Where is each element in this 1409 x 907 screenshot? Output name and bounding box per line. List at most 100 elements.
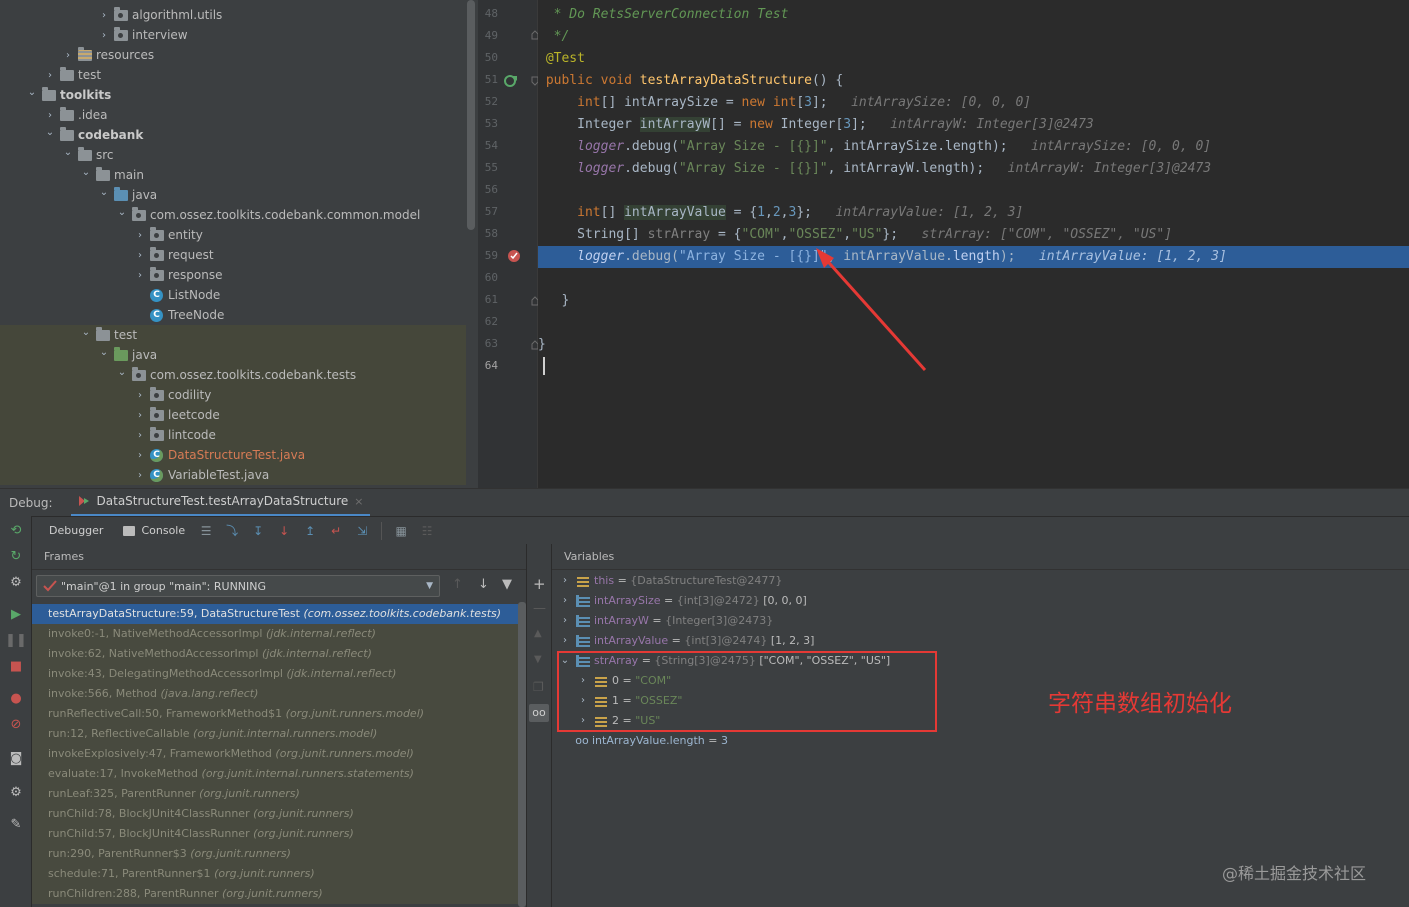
drop-frame-icon[interactable]: ↵ [325,520,347,542]
chevron-right-icon[interactable]: › [98,30,110,41]
tree-item[interactable]: › codility [0,385,466,405]
chevron-right-icon[interactable]: › [558,591,572,611]
chevron-down-icon[interactable]: ⌄ [116,367,128,378]
pin-icon[interactable]: ✎ [8,816,24,832]
debug-session-tab[interactable]: DataStructureTest.testArrayDataStructure… [70,489,370,517]
tree-item[interactable]: ⌄ test [0,325,466,345]
restore-layout-icon[interactable]: ⚙ [8,574,24,590]
stack-frame[interactable]: schedule:71, ParentRunner$1 (org.junit.r… [32,864,518,884]
menu-icon[interactable]: ☰ [195,520,217,542]
tree-item[interactable]: › resources [0,45,466,65]
chevron-right-icon[interactable]: › [134,470,146,481]
tree-item[interactable]: ⌄ java [0,185,466,205]
run-test-icon[interactable] [504,74,518,88]
stack-frame[interactable]: invoke:566, Method (java.lang.reflect) [32,684,518,704]
stack-frame[interactable]: runReflectiveCall:50, FrameworkMethod$1 … [32,704,518,724]
tree-item[interactable]: ⌄ codebank [0,125,466,145]
chevron-down-icon[interactable]: ⌄ [80,327,92,338]
resume-icon[interactable]: ▶ [8,606,24,622]
chevron-right-icon[interactable]: › [134,410,146,421]
breakpoint-icon[interactable] [507,249,521,263]
tree-item[interactable]: › .idea [0,105,466,125]
tree-item[interactable]: ⌄ main [0,165,466,185]
chevron-right-icon[interactable]: › [44,110,56,121]
chevron-down-icon[interactable]: ⌄ [62,147,74,158]
stack-frame[interactable]: runChildren:288, ParentRunner (org.junit… [32,884,518,904]
tree-item[interactable]: ⌄ toolkits [0,85,466,105]
pause-icon[interactable]: ❚❚ [5,632,27,648]
stack-frame[interactable]: invoke0:-1, NativeMethodAccessorImpl (jd… [32,624,518,644]
tree-item[interactable]: › entity [0,225,466,245]
close-tab-icon[interactable]: × [354,495,363,508]
stack-frame[interactable]: run:12, ReflectiveCallable (org.junit.in… [32,724,518,744]
show-watches-icon[interactable]: oo [529,704,549,722]
stack-frame[interactable]: invoke:43, DelegatingMethodAccessorImpl … [32,664,518,684]
tab-console[interactable]: Console [123,524,185,537]
chevron-right-icon[interactable]: › [558,571,572,591]
tree-item[interactable]: › lintcode [0,425,466,445]
duplicate-watch-icon[interactable]: ❐ [533,680,544,694]
tree-item[interactable]: ⌄ com.ossez.toolkits.codebank.tests [0,365,466,385]
mute-breakpoints-icon[interactable]: ⊘ [8,716,24,732]
add-watch-icon[interactable]: + [533,575,546,593]
chevron-right-icon[interactable]: › [558,611,572,631]
chevron-down-icon[interactable]: ⌄ [44,127,56,138]
chevron-right-icon[interactable]: › [134,430,146,441]
previous-frame-icon[interactable]: ↑ [452,577,463,592]
chevron-right-icon[interactable]: › [98,10,110,21]
tree-item[interactable]: › algorithml.utils [0,5,466,25]
stack-frame[interactable]: runChild:57, BlockJUnit4ClassRunner (org… [32,824,518,844]
evaluate-expression-icon[interactable]: ▦ [390,520,412,542]
tree-item[interactable]: › response [0,265,466,285]
stack-frame[interactable]: runLeaf:325, ParentRunner (org.junit.run… [32,784,518,804]
settings-icon[interactable]: ⚙ [8,784,24,800]
tree-item[interactable]: › test [0,65,466,85]
tree-item[interactable]: ⌄ src [0,145,466,165]
rerun-icon[interactable]: ⟲ [8,522,24,538]
step-into-icon[interactable]: ↓ [273,520,295,542]
move-up-icon[interactable]: ▲ [534,628,542,639]
rerun-failed-icon[interactable]: ↻ [8,548,24,564]
stack-frame[interactable]: runChild:78, BlockJUnit4ClassRunner (org… [32,804,518,824]
chevron-right-icon[interactable]: › [62,50,74,61]
chevron-right-icon[interactable]: › [44,70,56,81]
tree-item[interactable]: C TreeNode [0,305,466,325]
stop-icon[interactable]: ■ [8,658,24,674]
variable-row[interactable]: › intArrayW = {Integer[3]@2473} [558,611,777,631]
stack-frame[interactable]: invokeExplosively:47, FrameworkMethod (o… [32,744,518,764]
view-breakpoints-icon[interactable]: ● [8,690,24,706]
tree-item[interactable]: ⌄ java [0,345,466,365]
stack-frame[interactable]: invoke:62, NativeMethodAccessorImpl (jdk… [32,644,518,664]
chevron-right-icon[interactable]: › [134,270,146,281]
project-tree-scrollbar[interactable] [467,0,475,230]
code-editor[interactable]: * Do RetsServerConnection Test */ @Test … [538,0,1409,488]
variable-row[interactable]: oo intArrayValue.length = 3 [558,731,728,751]
chevron-down-icon[interactable]: ⌄ [98,347,110,358]
camera-icon[interactable]: ◙ [8,750,24,766]
chevron-down-icon[interactable]: ⌄ [80,167,92,178]
tree-item[interactable]: › C VariableTest.java [0,465,466,485]
stack-frame[interactable]: evaluate:17, InvokeMethod (org.junit.int… [32,764,518,784]
chevron-right-icon[interactable]: › [134,390,146,401]
tree-item[interactable]: › interview [0,25,466,45]
move-down-icon[interactable]: ▼ [534,654,542,665]
chevron-right-icon[interactable]: › [558,631,572,651]
tree-item[interactable]: › leetcode [0,405,466,425]
run-to-cursor-icon[interactable]: ⇲ [351,520,373,542]
remove-watch-icon[interactable]: — [533,601,546,616]
step-out-icon[interactable]: ↥ [299,520,321,542]
variable-row[interactable]: › intArraySize = {int[3]@2472} [0, 0, 0] [558,591,807,611]
stack-frame[interactable]: testArrayDataStructure:59, DataStructure… [32,604,518,624]
chevron-right-icon[interactable]: › [134,250,146,261]
chevron-down-icon[interactable]: ⌄ [116,207,128,218]
chevron-right-icon[interactable]: › [134,230,146,241]
step-over-icon[interactable]: ↧ [247,520,269,542]
chevron-down-icon[interactable]: ⌄ [26,87,38,98]
tab-debugger[interactable]: Debugger [45,517,107,545]
variable-row[interactable]: › this = {DataStructureTest@2477} [558,571,786,591]
tree-item[interactable]: ⌄ com.ossez.toolkits.codebank.common.mode… [0,205,466,225]
next-frame-icon[interactable]: ↓ [478,577,489,592]
tree-item[interactable]: › C DataStructureTest.java [0,445,466,465]
trace-icon[interactable]: ☷ [416,520,438,542]
chevron-right-icon[interactable]: › [134,450,146,461]
